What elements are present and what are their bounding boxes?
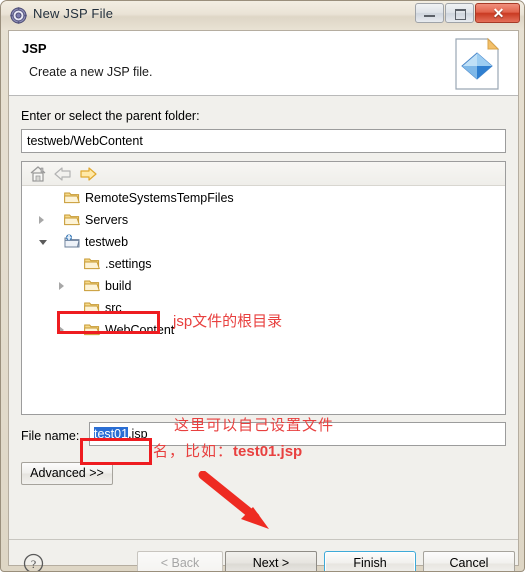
chevron-down-icon[interactable] [39,240,47,245]
dialog-client-area: JSP Create a new JSP file. Enter or sele… [8,30,519,571]
tree-row-label: .settings [105,257,152,271]
folder-tree[interactable]: RemoteSystemsTempFiles Servers testweb .set… [22,187,505,414]
parent-folder-input[interactable]: testweb/WebContent [21,129,506,153]
folder-icon [84,278,100,293]
file-name-input[interactable]: test01.jsp [89,422,506,446]
chevron-right-icon[interactable] [59,282,64,290]
tree-row-label: src [105,301,122,315]
tree-toolbar [22,162,505,186]
tree-row-label: build [105,279,132,293]
chevron-right-icon[interactable] [39,216,44,224]
tree-row[interactable]: build [22,275,505,297]
tree-row-label: RemoteSystemsTempFiles [85,191,234,205]
tree-row[interactable]: RemoteSystemsTempFiles [22,187,505,209]
folder-icon [64,212,80,227]
forward-arrow-icon[interactable] [78,165,98,183]
tree-row[interactable]: .settings [22,253,505,275]
gear-icon [10,7,27,24]
close-button[interactable]: ✕ [475,3,520,23]
jsp-file-icon [448,36,504,92]
finish-button[interactable]: Finish [324,551,416,571]
button-bar: ? < Back Next > Finish Cancel [9,539,518,571]
new-jsp-file-dialog: New JSP File ✕ JSP Create a new JSP file… [0,0,525,572]
window-title: New JSP File [33,6,114,21]
tree-row[interactable]: src [22,297,505,319]
file-name-label: File name: [21,429,80,443]
title-bar: New JSP File ✕ [1,1,524,30]
minimize-button[interactable] [415,3,444,23]
help-icon[interactable]: ? [23,553,44,571]
home-icon[interactable] [28,165,48,183]
close-icon: ✕ [492,5,505,21]
folder-icon [84,322,100,337]
file-name-selected-text: test01 [94,427,129,441]
wizard-header: JSP Create a new JSP file. [9,31,518,96]
web-project-icon [64,234,80,249]
tree-row-label: WebContent [105,323,175,337]
folder-icon [84,300,100,315]
page-title: JSP [22,41,47,56]
next-button[interactable]: Next > [225,551,317,571]
cancel-button[interactable]: Cancel [423,551,515,571]
tree-row[interactable]: Servers [22,209,505,231]
tree-row[interactable]: testweb [22,231,505,253]
parent-folder-label: Enter or select the parent folder: [21,109,200,123]
chevron-right-icon[interactable] [59,326,64,334]
wizard-body: Enter or select the parent folder: testw… [9,96,518,539]
svg-text:?: ? [31,557,36,571]
tree-row-label: Servers [85,213,129,227]
back-button[interactable]: < Back [137,551,223,571]
folder-icon [84,256,100,271]
file-name-extension-text: .jsp [128,427,148,441]
maximize-button[interactable] [445,3,474,23]
folder-icon [64,190,80,205]
page-subtitle: Create a new JSP file. [29,65,153,79]
back-arrow-icon[interactable] [53,165,73,183]
tree-row-label: testweb [85,235,129,249]
tree-row[interactable]: WebContent [22,319,505,341]
folder-tree-panel: RemoteSystemsTempFiles Servers testweb .set… [21,161,506,415]
advanced-button[interactable]: Advanced >> [21,462,113,485]
